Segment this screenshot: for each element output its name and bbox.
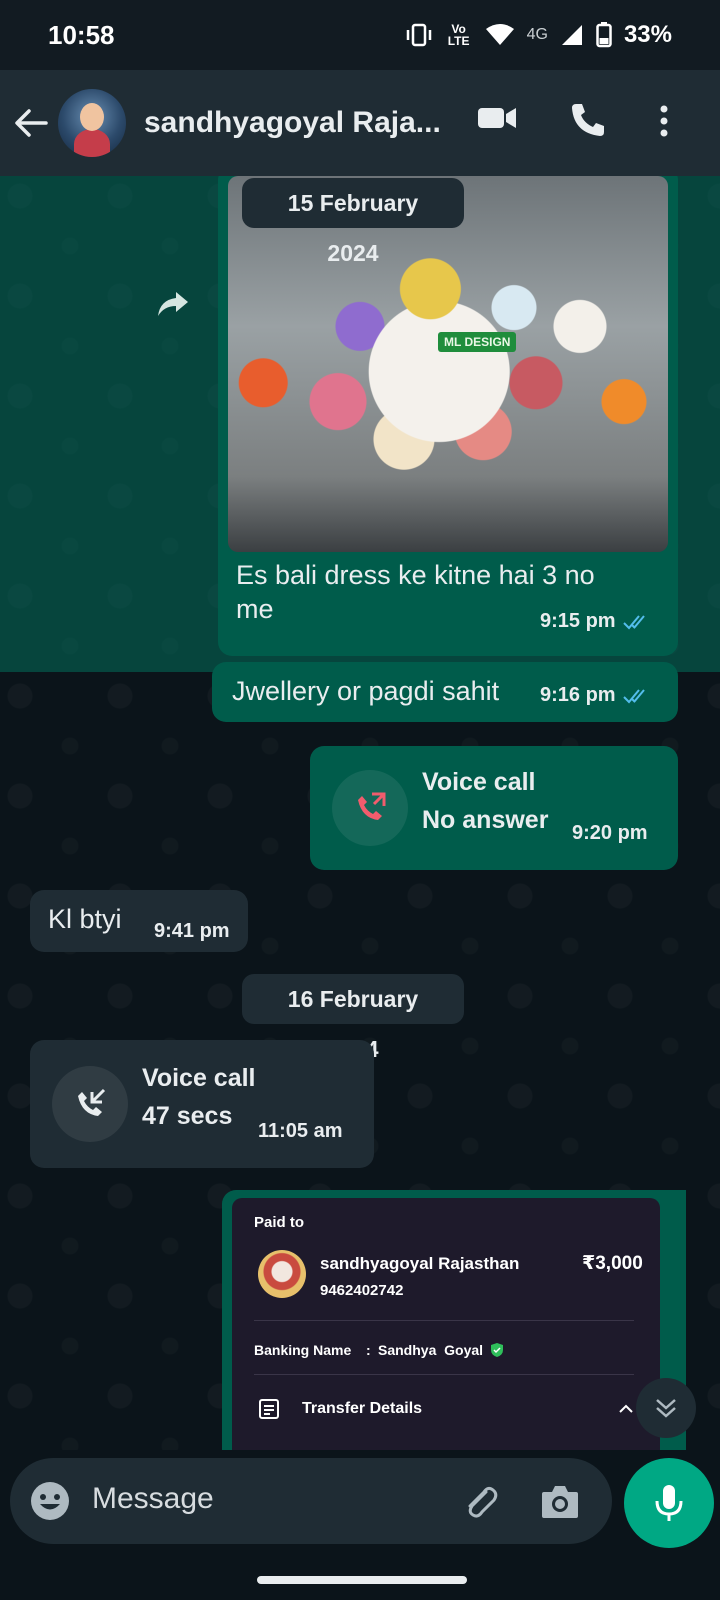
paid-to-label: Paid to — [254, 1214, 305, 1231]
payee-name: sandhyagoyal Rajasthan — [320, 1254, 520, 1273]
call-time: 11:05 am — [258, 1120, 343, 1142]
message-bubble-incoming[interactable]: Kl btyi 9:41 pm — [30, 890, 248, 952]
arrow-left-icon — [15, 109, 48, 137]
call-status: No answer — [422, 806, 549, 834]
message-time: 9:41 pm — [154, 920, 230, 942]
call-icon-holder — [332, 770, 408, 846]
payment-amount: ₹3,000 — [582, 1253, 643, 1274]
battery-percent: 33% — [623, 21, 672, 48]
divider — [254, 1320, 634, 1321]
double-chevron-down-icon — [656, 1399, 676, 1418]
forward-button[interactable] — [156, 290, 190, 323]
call-title: Voice call — [142, 1064, 256, 1092]
transfer-details-label[interactable]: Transfer Details — [302, 1400, 422, 1418]
share-arrow-icon — [158, 292, 188, 316]
call-title: Voice call — [422, 768, 536, 796]
chat-header: sandhyagoyal Raja... — [0, 70, 720, 176]
signal-icon — [561, 25, 582, 45]
video-call-button[interactable] — [476, 100, 518, 141]
incoming-call-icon — [78, 1088, 106, 1116]
status-icons: Vo LTE 4G 33% — [405, 21, 672, 49]
voice-call-bubble-incoming[interactable]: Voice call 47 secs 11:05 am — [30, 1040, 374, 1168]
back-button[interactable] — [14, 103, 52, 143]
message-bubble-outgoing[interactable]: Jwellery or pagdi sahit 9:16 pm — [212, 662, 678, 722]
volte-indicator: Vo LTE — [447, 22, 470, 48]
call-time: 9:20 pm — [572, 822, 648, 844]
call-icon-holder — [52, 1066, 128, 1142]
emoji-icon[interactable] — [30, 1481, 70, 1521]
missed-call-icon — [358, 792, 386, 820]
banking-name-value: Sandhya Goyal — [378, 1342, 484, 1358]
voice-call-button[interactable] — [568, 100, 608, 145]
microphone-icon — [655, 1485, 683, 1521]
chevron-up-icon[interactable] — [618, 1404, 634, 1414]
status-bar: 10:58 Vo LTE 4G 33% — [0, 0, 720, 70]
call-duration: 47 secs — [142, 1102, 233, 1130]
read-receipt-icon — [622, 614, 645, 629]
phone-plus-icon — [572, 104, 604, 136]
camera-icon[interactable] — [540, 1482, 580, 1520]
vibrate-icon — [406, 23, 431, 47]
receipt-list-icon — [259, 1399, 279, 1419]
banking-name-label: Banking Name — [254, 1342, 352, 1358]
contact-avatar[interactable] — [58, 89, 126, 157]
photo-message-meta: 9:15 pm — [540, 610, 652, 633]
payment-message-bubble[interactable]: Paid to sandhyagoyal Rajasthan 946240274… — [222, 1190, 686, 1450]
voice-call-bubble-outgoing[interactable]: Voice call No answer 9:20 pm — [310, 746, 678, 870]
more-vertical-icon — [660, 105, 668, 137]
message-photo[interactable]: ML DESIGN — [228, 176, 668, 552]
date-separator: 16 February 2024 — [242, 974, 464, 1062]
battery-icon — [596, 22, 612, 48]
photo-message-bubble[interactable]: ML DESIGN Es bali dress ke kitne hai 3 n… — [218, 176, 678, 656]
message-time: 9:16 pm — [540, 684, 616, 706]
payee-phone: 9462402742 — [320, 1282, 404, 1299]
voice-message-button[interactable] — [624, 1458, 714, 1548]
message-text: Kl btyi — [48, 904, 122, 934]
message-time: 9:15 pm — [540, 610, 616, 632]
verified-shield-icon — [491, 1343, 503, 1357]
message-input-bar: Message — [10, 1458, 612, 1544]
home-gesture-handle[interactable] — [257, 1576, 467, 1584]
payee-avatar — [258, 1250, 306, 1298]
more-options-button[interactable] — [658, 104, 670, 143]
message-meta: 9:16 pm — [540, 684, 652, 707]
network-type: 4G — [526, 26, 548, 43]
read-receipt-icon — [622, 688, 645, 703]
message-input[interactable]: Message — [92, 1482, 214, 1516]
paperclip-icon[interactable] — [460, 1482, 500, 1522]
date-separator: 15 February 2024 — [242, 178, 464, 266]
message-text: Jwellery or pagdi sahit — [232, 676, 500, 706]
photo-watermark: ML DESIGN — [438, 332, 517, 352]
banking-name-separator: : — [366, 1342, 371, 1358]
chat-area[interactable]: ML DESIGN Es bali dress ke kitne hai 3 n… — [0, 176, 720, 1450]
contact-name[interactable]: sandhyagoyal Raja... — [144, 106, 454, 140]
status-time: 10:58 — [48, 19, 115, 50]
wifi-icon — [485, 24, 514, 45]
divider — [254, 1374, 634, 1375]
payment-card[interactable]: Paid to sandhyagoyal Rajasthan 946240274… — [232, 1198, 660, 1450]
scroll-to-bottom-button[interactable] — [636, 1378, 696, 1438]
video-camera-icon — [478, 108, 516, 128]
